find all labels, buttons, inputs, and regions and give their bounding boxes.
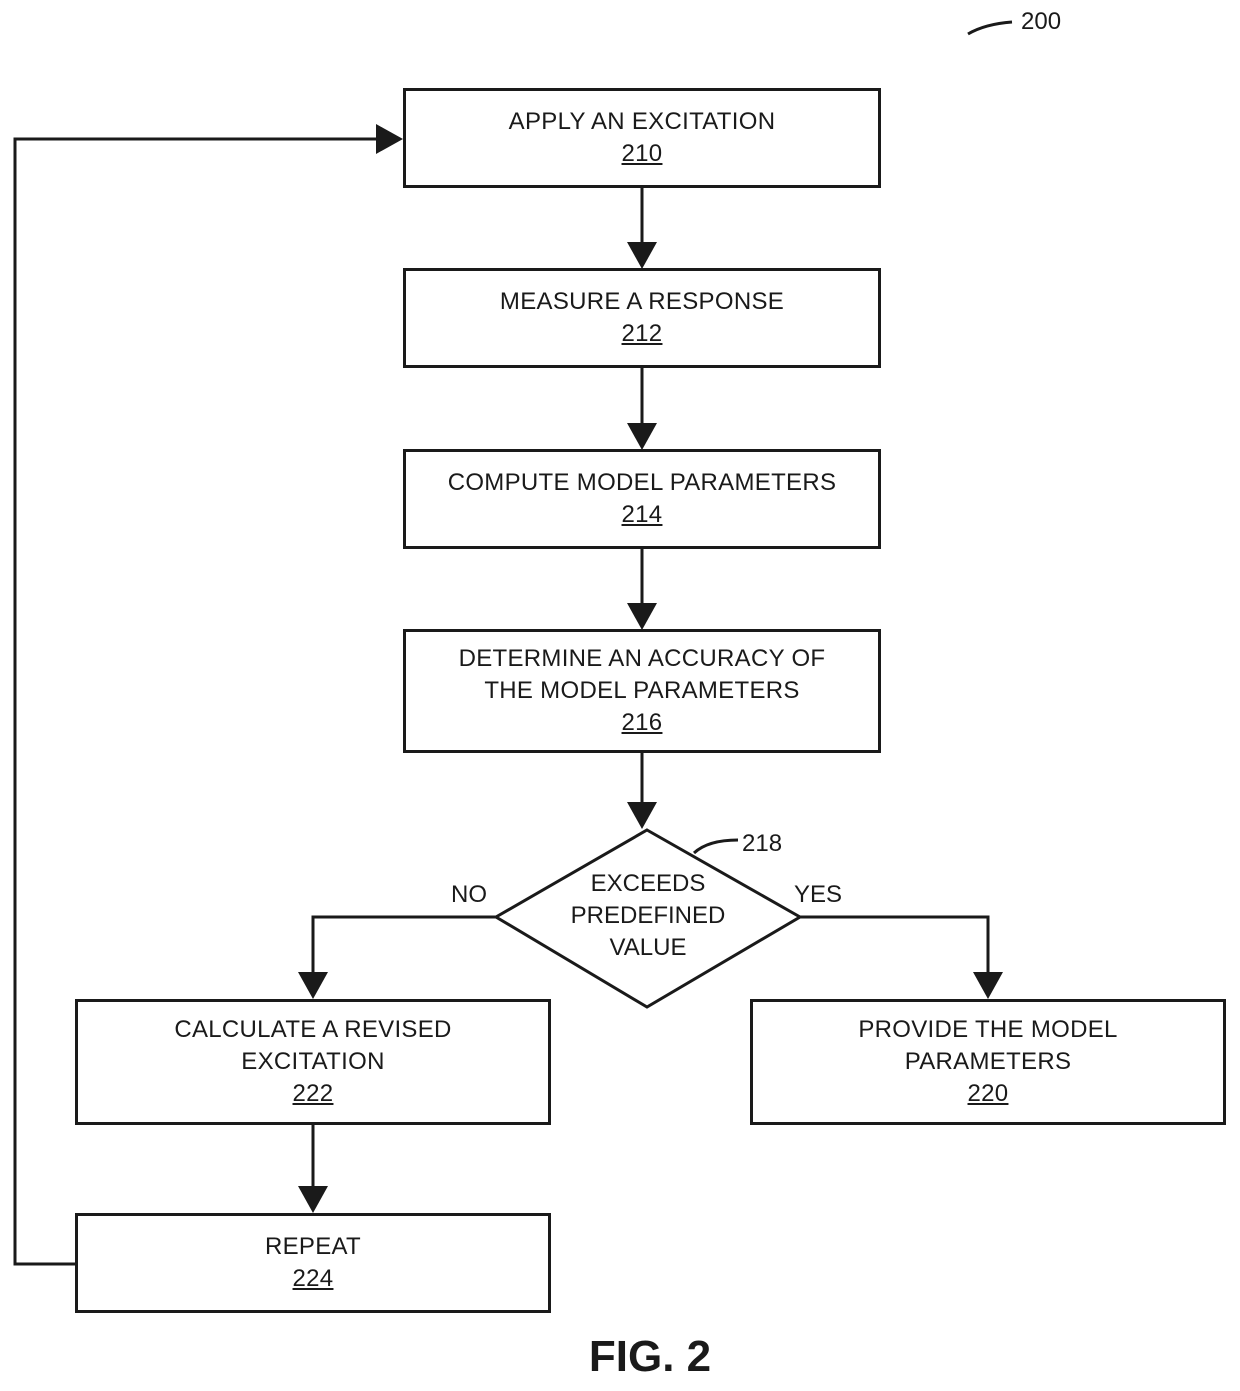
- step-compute-parameters: COMPUTE MODEL PARAMETERS 214: [403, 449, 881, 549]
- step-label: MEASURE A RESPONSE: [499, 288, 785, 315]
- decision-ref: 218: [742, 830, 783, 857]
- arrow-yes-branch: [800, 915, 1003, 999]
- step-label-line1: DETERMINE AN ACCURACY OF: [458, 645, 826, 672]
- step-label-line2: THE MODEL PARAMETERS: [484, 677, 800, 704]
- step-repeat: REPEAT 224: [75, 1213, 551, 1313]
- step-ref: 210: [621, 140, 663, 167]
- step-ref: 224: [292, 1265, 334, 1292]
- ref-200-leader: [967, 20, 1013, 36]
- decision-text: EXCEEDS PREDEFINED VALUE: [540, 868, 756, 964]
- step-label-line2: PARAMETERS: [904, 1048, 1072, 1075]
- step-ref: 222: [292, 1080, 334, 1107]
- step-apply-excitation: APPLY AN EXCITATION 210: [403, 88, 881, 188]
- branch-no-label: NO: [451, 881, 487, 908]
- decision-line2: PREDEFINED: [570, 902, 726, 929]
- step-label: APPLY AN EXCITATION: [508, 108, 776, 135]
- step-label-line1: PROVIDE THE MODEL: [858, 1016, 1118, 1043]
- decision-line1: EXCEEDS: [590, 870, 706, 897]
- step-label: REPEAT: [264, 1233, 362, 1260]
- step-measure-response: MEASURE A RESPONSE 212: [403, 268, 881, 368]
- ref-218-leader: [692, 838, 739, 855]
- step-label: COMPUTE MODEL PARAMETERS: [447, 469, 837, 496]
- figure-caption: FIG. 2: [588, 1332, 712, 1381]
- step-calculate-revised-excitation: CALCULATE A REVISED EXCITATION 222: [75, 999, 551, 1125]
- step-ref: 220: [967, 1080, 1009, 1107]
- step-ref: 212: [621, 320, 663, 347]
- step-label-line2: EXCITATION: [241, 1048, 385, 1075]
- step-determine-accuracy: DETERMINE AN ACCURACY OF THE MODEL PARAM…: [403, 629, 881, 753]
- decision-line3: VALUE: [609, 934, 687, 961]
- step-label-line1: CALCULATE A REVISED: [174, 1016, 452, 1043]
- step-ref: 216: [621, 709, 663, 736]
- branch-yes-label: YES: [794, 881, 843, 908]
- step-ref: 214: [621, 501, 663, 528]
- step-provide-parameters: PROVIDE THE MODEL PARAMETERS 220: [750, 999, 1226, 1125]
- arrow-no-branch: [298, 915, 496, 999]
- figure-ref: 200: [1021, 8, 1062, 35]
